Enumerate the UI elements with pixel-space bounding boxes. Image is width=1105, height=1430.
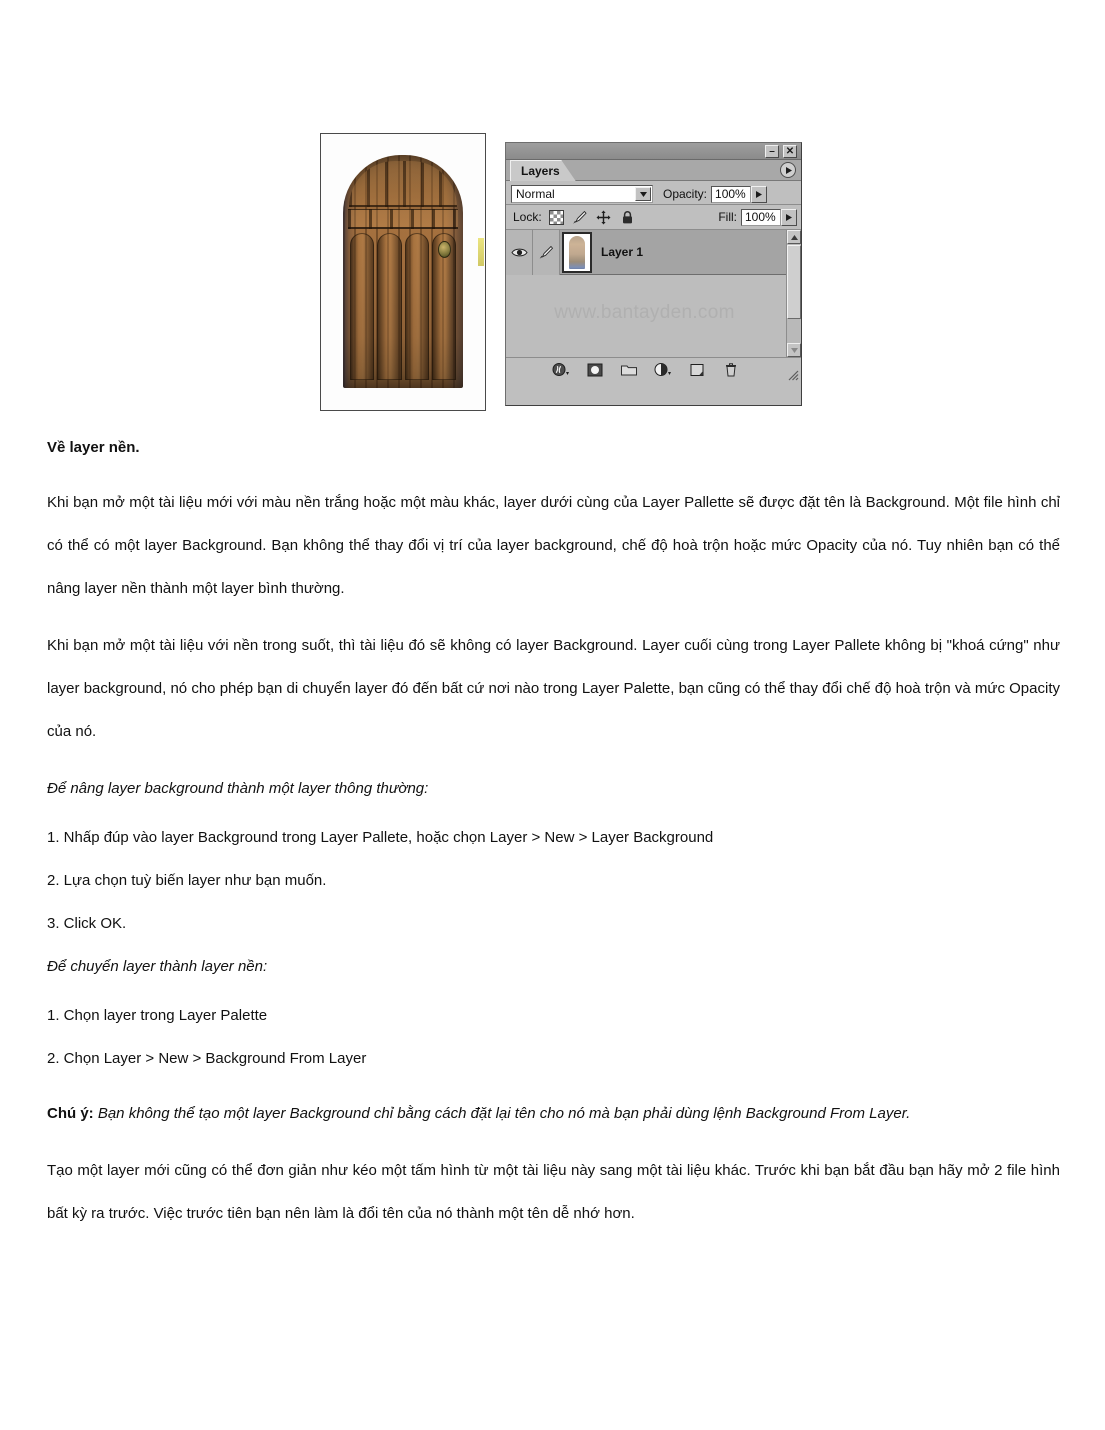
close-button[interactable]: ✕ bbox=[783, 145, 797, 158]
layer-style-fx-icon[interactable] bbox=[551, 361, 571, 379]
list-item: 1. Chọn layer trong Layer Palette bbox=[47, 1007, 268, 1024]
door-panel bbox=[404, 233, 429, 380]
opacity-stepper-icon[interactable] bbox=[751, 185, 768, 203]
note-label: Chú ý: bbox=[47, 1105, 94, 1122]
tab-layers[interactable]: Layers bbox=[510, 160, 576, 181]
new-adjustment-layer-icon[interactable] bbox=[653, 361, 673, 379]
lock-label: Lock: bbox=[513, 210, 542, 224]
door-panel bbox=[350, 233, 375, 380]
paragraph-intro-1: Khi bạn mở một tài liệu mới với màu nền … bbox=[47, 494, 1060, 597]
fill-input[interactable]: 100% bbox=[741, 208, 781, 226]
subheading-convert-layer: Để chuyển layer thành layer nền: bbox=[47, 958, 268, 975]
subheading-promote-layer: Để nâng layer background thành một layer… bbox=[47, 780, 429, 797]
list-item: 3. Click OK. bbox=[47, 915, 127, 932]
delete-layer-trash-icon[interactable] bbox=[721, 361, 741, 379]
paragraph-closing: Tạo một layer mới cũng có thể đơn giản n… bbox=[47, 1162, 1060, 1222]
ornate-arched-wooden-door-image bbox=[343, 155, 463, 388]
layer-list[interactable]: Layer 1 www.bantayden.com bbox=[506, 230, 801, 358]
door-arch-transom bbox=[349, 161, 457, 207]
minimize-button[interactable]: – bbox=[765, 145, 779, 158]
layer-row[interactable]: Layer 1 bbox=[506, 230, 801, 275]
lock-row: Lock: Fill: 100% bbox=[506, 205, 801, 230]
layer-name-label[interactable]: Layer 1 bbox=[601, 245, 643, 259]
new-group-folder-icon[interactable] bbox=[619, 361, 639, 379]
blend-mode-select[interactable]: Normal bbox=[511, 185, 653, 203]
chevron-down-icon[interactable] bbox=[635, 187, 651, 201]
note-text: Bạn không thể tạo một layer Background c… bbox=[93, 1105, 911, 1122]
lock-transparent-pixels-icon[interactable] bbox=[548, 209, 564, 225]
door-side-light bbox=[478, 238, 484, 266]
list-item: 1. Nhấp đúp vào layer Background trong L… bbox=[47, 829, 714, 846]
document-content: Về layer nền. Khi bạn mở một tài liệu mớ… bbox=[47, 440, 1060, 1249]
layer-visibility-toggle[interactable] bbox=[506, 230, 533, 275]
layers-palette-window[interactable]: – ✕ Layers Normal Opacity: 100% Lock: Fi… bbox=[505, 142, 802, 406]
door-middle-band bbox=[348, 209, 458, 229]
opacity-label: Opacity: bbox=[663, 187, 708, 201]
lock-position-icon[interactable] bbox=[595, 209, 612, 226]
fill-stepper-icon[interactable] bbox=[781, 208, 797, 226]
lock-image-pixels-icon[interactable] bbox=[571, 209, 588, 226]
page-title: Về layer nền. bbox=[47, 439, 140, 456]
lock-all-icon[interactable] bbox=[619, 209, 636, 226]
door-photo-frame bbox=[320, 133, 486, 411]
watermark-text: www.bantayden.com bbox=[554, 302, 735, 323]
new-layer-icon[interactable] bbox=[687, 361, 707, 379]
eye-icon bbox=[510, 248, 528, 256]
brush-icon bbox=[539, 245, 554, 259]
palette-titlebar[interactable]: – ✕ bbox=[506, 143, 801, 160]
blend-mode-value: Normal bbox=[516, 187, 555, 201]
palette-tab-row: Layers bbox=[506, 160, 801, 181]
layer-thumbnail-image bbox=[569, 235, 585, 269]
scrollbar-thumb[interactable] bbox=[787, 245, 801, 319]
list-item: 2. Chọn Layer > New > Background From La… bbox=[47, 1050, 367, 1067]
document-page: { "figure": { "door_photo": { "alt_name"… bbox=[0, 0, 1105, 1430]
note-paragraph: Chú ý: Bạn không thể tạo một layer Backg… bbox=[47, 1092, 1060, 1135]
palette-menu-arrow-icon[interactable] bbox=[780, 162, 796, 178]
opacity-input[interactable]: 100% bbox=[711, 185, 752, 203]
scroll-down-button[interactable] bbox=[787, 343, 801, 357]
door-photo-canvas bbox=[321, 134, 485, 410]
layer-thumbnail[interactable] bbox=[562, 231, 592, 273]
door-knocker-icon bbox=[438, 241, 451, 258]
scroll-up-button[interactable] bbox=[787, 230, 801, 244]
blend-mode-row: Normal Opacity: 100% bbox=[506, 181, 801, 205]
layer-list-scrollbar[interactable] bbox=[786, 230, 801, 357]
add-layer-mask-icon[interactable] bbox=[585, 361, 605, 379]
tab-layers-label: Layers bbox=[521, 164, 560, 178]
list-item: 2. Lựa chọn tuỳ biến layer như bạn muốn. bbox=[47, 872, 327, 889]
fill-label: Fill: bbox=[718, 210, 737, 224]
door-panel bbox=[377, 233, 402, 380]
layer-edit-mode-icon[interactable] bbox=[533, 230, 560, 275]
layers-palette-footer bbox=[506, 358, 801, 382]
resize-grip-icon[interactable] bbox=[787, 369, 799, 381]
paragraph-intro-2: Khi bạn mở một tài liệu với nền trong su… bbox=[47, 637, 1060, 740]
figure-area: – ✕ Layers Normal Opacity: 100% Lock: Fi… bbox=[0, 126, 1105, 426]
